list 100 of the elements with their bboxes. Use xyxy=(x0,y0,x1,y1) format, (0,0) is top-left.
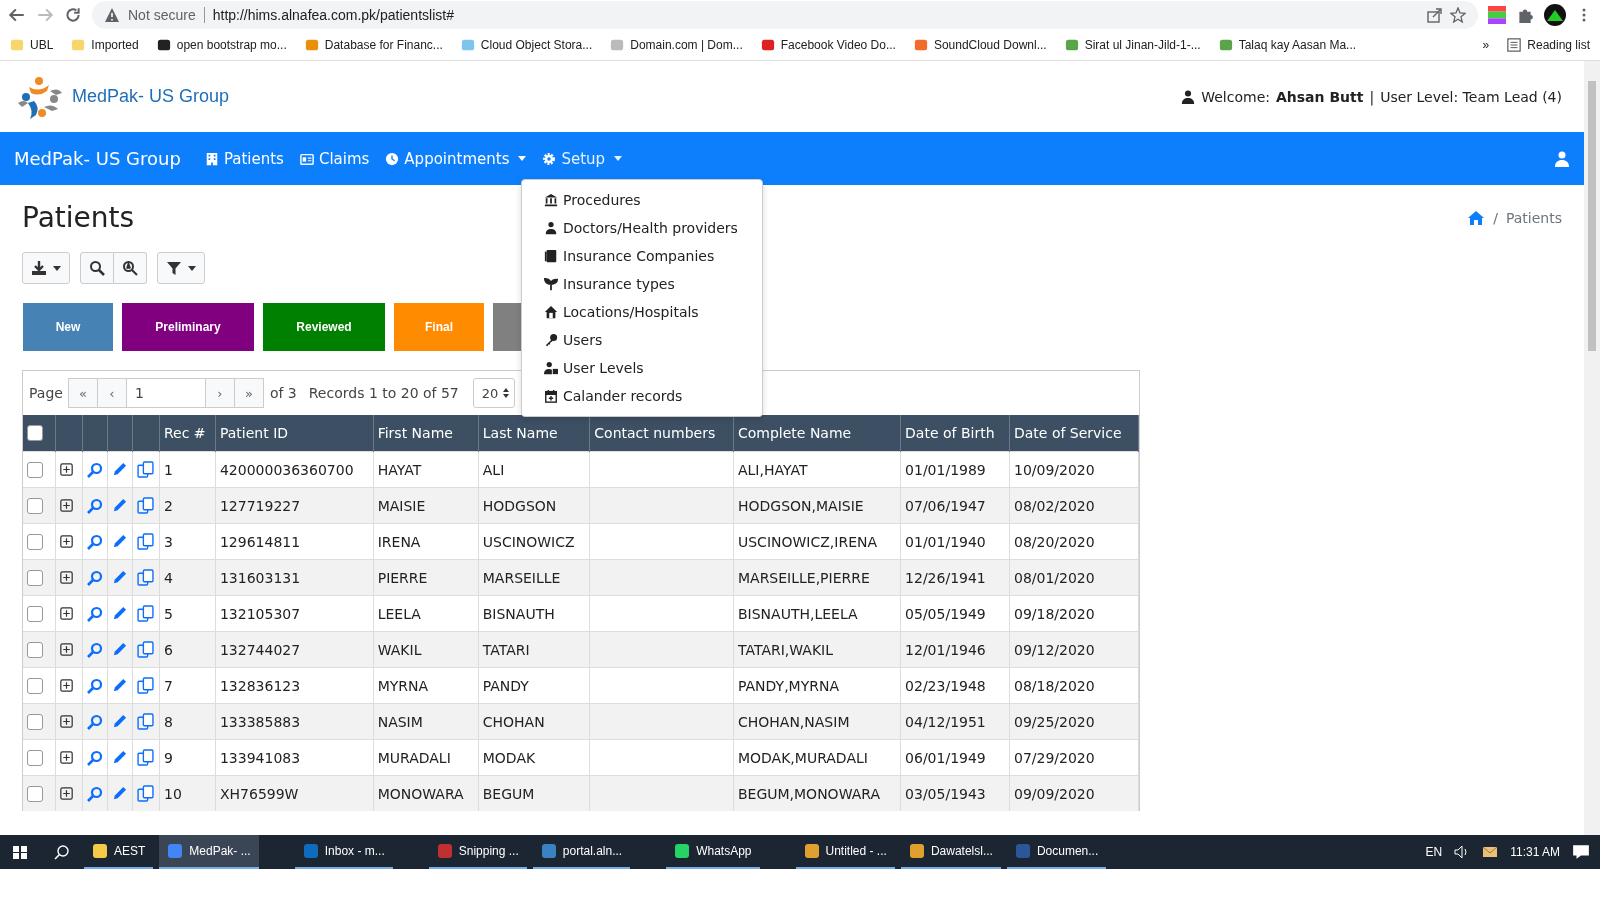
export-button[interactable] xyxy=(22,252,70,284)
copy-icon[interactable] xyxy=(137,785,154,802)
expand-icon[interactable] xyxy=(60,787,73,800)
expand-icon[interactable] xyxy=(60,499,73,512)
more-bookmarks[interactable]: » xyxy=(1482,38,1490,52)
status-button[interactable]: Reviewed xyxy=(263,303,385,351)
column-header[interactable]: Contact numbers xyxy=(589,415,734,452)
search-button[interactable] xyxy=(80,252,114,284)
reading-list[interactable]: Reading list xyxy=(1507,38,1590,52)
bookmark[interactable]: Imported xyxy=(91,38,139,52)
avatar-icon[interactable] xyxy=(1544,4,1566,26)
copy-icon[interactable] xyxy=(137,713,154,730)
column-header[interactable]: Complete Name xyxy=(733,415,901,452)
copy-icon[interactable] xyxy=(137,605,154,622)
address-bar[interactable]: Not secure http://hims.alnafea.com.pk/patientslist# xyxy=(92,1,1478,29)
column-header[interactable]: Last Name xyxy=(478,415,590,452)
edit-icon[interactable] xyxy=(112,462,127,477)
bookmark[interactable]: Database for Financ... xyxy=(324,38,443,52)
row-checkbox[interactable] xyxy=(27,641,43,658)
copy-icon[interactable] xyxy=(137,533,154,550)
row-checkbox[interactable] xyxy=(27,749,43,766)
copy-icon[interactable] xyxy=(137,641,154,658)
expand-icon[interactable] xyxy=(60,463,73,476)
view-icon[interactable] xyxy=(87,497,103,514)
taskbar-button[interactable]: Documen... xyxy=(1006,835,1107,869)
row-checkbox[interactable] xyxy=(27,461,43,478)
menu-item[interactable]: User Levels xyxy=(522,354,762,382)
expand-icon[interactable] xyxy=(60,535,73,548)
expand-icon[interactable] xyxy=(60,607,73,620)
view-icon[interactable] xyxy=(87,533,103,550)
nav-item[interactable]: Patients xyxy=(204,149,284,168)
view-icon[interactable] xyxy=(87,713,103,730)
select-all-checkbox[interactable] xyxy=(27,425,43,441)
view-icon[interactable] xyxy=(87,749,103,766)
taskbar-button[interactable]: AEST xyxy=(84,835,154,869)
expand-icon[interactable] xyxy=(60,679,73,692)
copy-icon[interactable] xyxy=(137,677,154,694)
taskbar-button[interactable]: Inbox - m... xyxy=(294,835,393,869)
edit-icon[interactable] xyxy=(112,642,127,657)
column-header[interactable]: Date of Service xyxy=(1009,415,1139,452)
menu-item[interactable]: Doctors/Health providers xyxy=(522,214,762,242)
column-header[interactable]: First Name xyxy=(373,415,479,452)
taskbar-button[interactable]: WhatsApp xyxy=(666,835,760,869)
edit-icon[interactable] xyxy=(112,750,127,765)
edit-icon[interactable] xyxy=(112,714,127,729)
column-header[interactable]: Date of Birth xyxy=(900,415,1010,452)
advanced-search-button[interactable] xyxy=(114,252,147,284)
bookmark[interactable]: Sirat ul Jinan-Jild-1-... xyxy=(1084,38,1201,52)
bookmark[interactable]: Facebook Video Do... xyxy=(780,38,896,52)
nav-item[interactable]: Claims xyxy=(299,149,370,168)
copy-icon[interactable] xyxy=(137,569,154,586)
view-icon[interactable] xyxy=(87,569,103,586)
row-checkbox[interactable] xyxy=(27,569,43,586)
view-icon[interactable] xyxy=(87,677,103,694)
edit-icon[interactable] xyxy=(112,678,127,693)
menu-item[interactable]: Procedures xyxy=(522,186,762,214)
bookmark[interactable]: UBL xyxy=(30,38,54,52)
edit-icon[interactable] xyxy=(112,534,127,549)
nav-item[interactable]: Appointments xyxy=(385,149,527,168)
taskbar-button[interactable]: Untitled - ... xyxy=(795,835,895,869)
taskbar-button[interactable]: portal.aln... xyxy=(532,835,631,869)
row-checkbox[interactable] xyxy=(27,677,43,694)
menu-item[interactable]: Calander records xyxy=(522,382,762,410)
view-icon[interactable] xyxy=(87,605,103,622)
previous-page-button[interactable]: ‹ xyxy=(96,378,127,408)
taskbar-button[interactable]: Snipping ... xyxy=(428,835,527,869)
menu-item[interactable]: Locations/Hospitals xyxy=(522,298,762,326)
page-number-field[interactable]: 1 xyxy=(125,378,206,408)
last-page-button[interactable]: » xyxy=(233,378,264,408)
language-indicator[interactable]: EN xyxy=(1425,845,1443,859)
view-icon[interactable] xyxy=(87,641,103,658)
taskbar-button[interactable]: MedPak- ... xyxy=(159,835,259,869)
copy-icon[interactable] xyxy=(137,461,154,478)
menu-item[interactable]: Insurance Companies xyxy=(522,242,762,270)
view-icon[interactable] xyxy=(87,785,103,802)
page-size-select[interactable]: 20 xyxy=(472,378,516,408)
expand-icon[interactable] xyxy=(60,643,73,656)
expand-icon[interactable] xyxy=(60,715,73,728)
edit-icon[interactable] xyxy=(112,498,127,513)
next-page-button[interactable]: › xyxy=(204,378,235,408)
filter-button[interactable] xyxy=(157,252,205,284)
status-button[interactable]: Preliminary xyxy=(122,303,254,351)
column-header[interactable]: Rec # xyxy=(159,415,216,452)
menu-item[interactable]: Insurance types xyxy=(522,270,762,298)
edit-icon[interactable] xyxy=(112,606,127,621)
copy-icon[interactable] xyxy=(137,497,154,514)
home-icon[interactable] xyxy=(1467,209,1486,226)
column-header[interactable]: Patient ID xyxy=(215,415,374,452)
scrollbar[interactable] xyxy=(1584,61,1600,835)
row-checkbox[interactable] xyxy=(27,605,43,622)
status-button[interactable]: New xyxy=(23,303,113,351)
edit-icon[interactable] xyxy=(112,570,127,585)
edit-icon[interactable] xyxy=(112,786,127,801)
menu-item[interactable]: Users xyxy=(522,326,762,354)
expand-icon[interactable] xyxy=(60,571,73,584)
view-icon[interactable] xyxy=(87,461,103,478)
bookmark[interactable]: open bootstrap mo... xyxy=(176,38,287,52)
first-page-button[interactable]: « xyxy=(67,378,98,408)
row-checkbox[interactable] xyxy=(27,785,43,802)
row-checkbox[interactable] xyxy=(27,713,43,730)
